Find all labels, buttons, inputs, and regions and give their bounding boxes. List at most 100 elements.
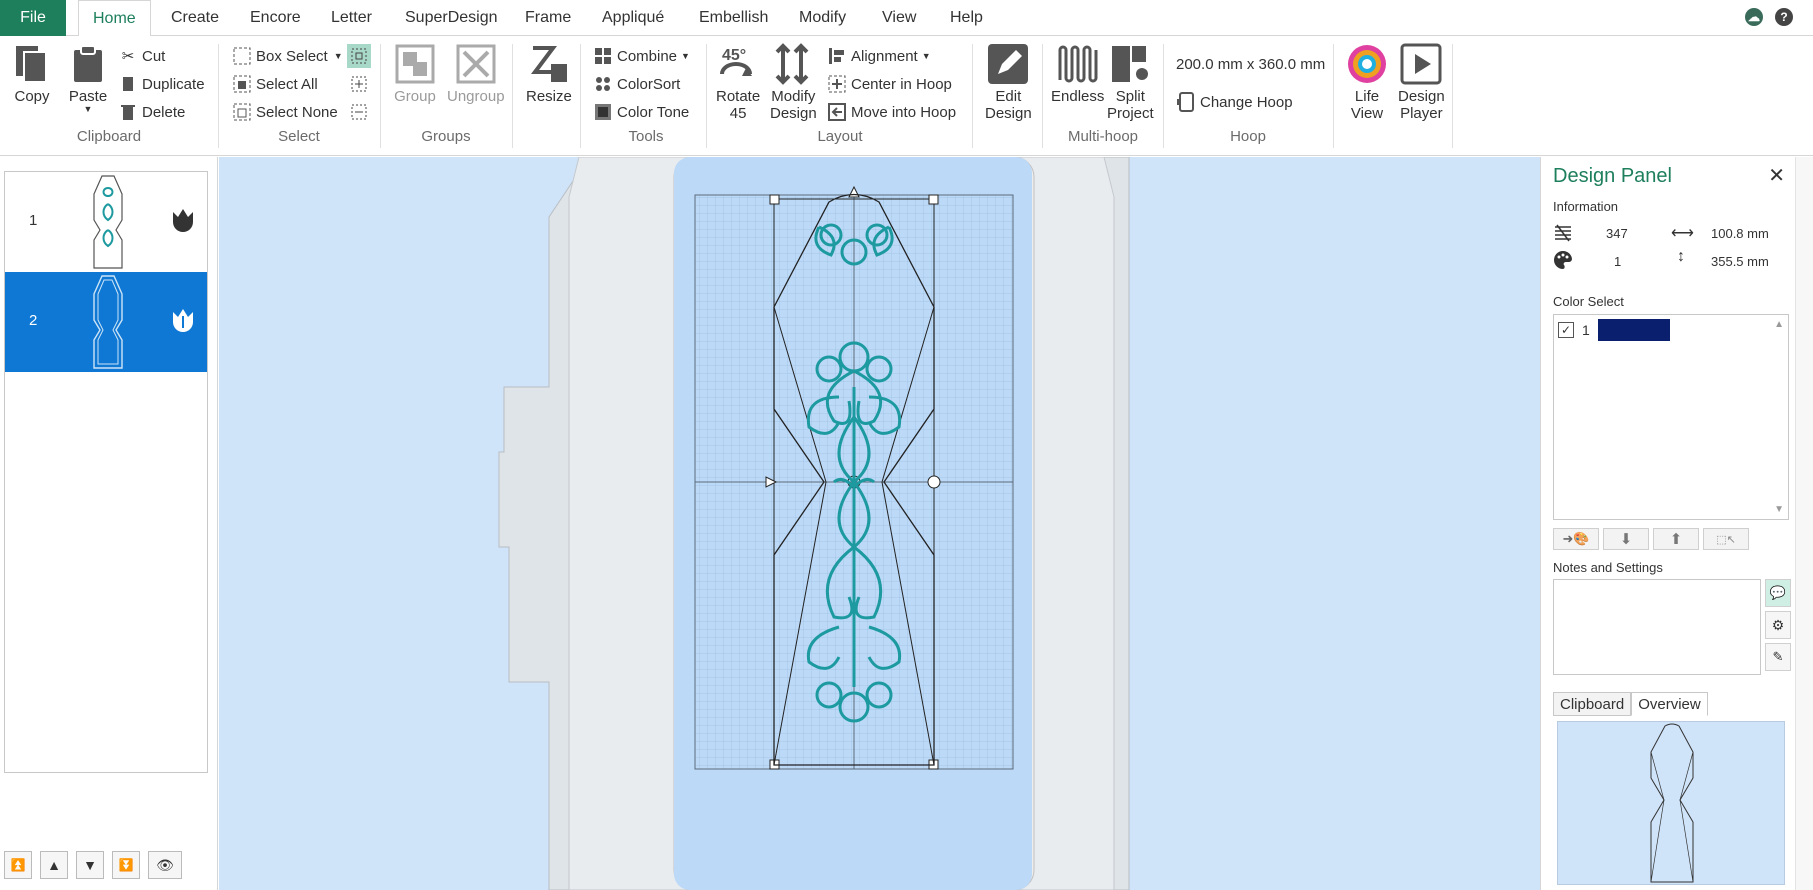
rotate-45-button[interactable]: 45° Rotate 45: [716, 42, 760, 122]
tab-home[interactable]: Home: [78, 0, 151, 37]
move-into-hoop-label: Move into Hoop: [851, 103, 957, 121]
rotate-label-1: Rotate: [716, 88, 761, 105]
select-none-icon: [232, 102, 252, 122]
paste-button[interactable]: Paste ▼: [66, 42, 110, 114]
modify-design-button[interactable]: Modify Design: [770, 42, 817, 122]
tab-applique[interactable]: Appliqué: [602, 0, 664, 36]
tab-help[interactable]: Help: [950, 0, 983, 36]
eye-icon: 👁: [156, 856, 174, 873]
resize-button[interactable]: Resize: [526, 42, 572, 105]
move-down-button[interactable]: ▼: [76, 851, 104, 879]
move-up-button[interactable]: ▲: [40, 851, 68, 879]
endless-icon: [1056, 42, 1100, 86]
hoop-workspace[interactable]: [219, 157, 1540, 890]
scissors-icon: ✂: [121, 48, 135, 65]
move-color-up-button[interactable]: ⬆: [1653, 528, 1699, 550]
design-row-1[interactable]: 1: [5, 172, 207, 272]
move-to-bottom-button[interactable]: ⏬: [112, 851, 140, 879]
tab-create[interactable]: Create: [171, 0, 219, 36]
life-view-button[interactable]: Life View: [1345, 42, 1389, 122]
scroll-down-icon[interactable]: ▼: [1774, 504, 1784, 515]
change-hoop-button[interactable]: Change Hoop: [1176, 90, 1293, 114]
design-player-label-1: Design: [1398, 88, 1445, 105]
merge-colors-button[interactable]: ⬚↖: [1703, 528, 1749, 550]
combine-dropdown-icon[interactable]: ▼: [681, 51, 690, 61]
box-select-button[interactable]: Box Select ▼: [232, 44, 343, 68]
combine-button[interactable]: Combine ▼: [593, 44, 690, 68]
cloud-sync-icon[interactable]: ☁: [1745, 8, 1763, 26]
notes-field[interactable]: [1553, 579, 1761, 675]
colorsort-button[interactable]: ColorSort: [593, 72, 680, 96]
resize-handle[interactable]: [928, 194, 939, 205]
overview-design: [1650, 723, 1694, 883]
pencil-icon: ✎: [1772, 649, 1784, 664]
stitch-count: 347: [1606, 226, 1628, 241]
design-player-button[interactable]: Design Player: [1398, 42, 1445, 122]
delete-button[interactable]: Delete: [118, 100, 185, 124]
color-swatch: [1597, 319, 1670, 341]
settings-button[interactable]: ⚙: [1765, 611, 1791, 639]
add-to-selection-button[interactable]: [347, 72, 371, 96]
scroll-up-icon[interactable]: ▲: [1774, 319, 1784, 330]
box-select-dropdown-icon[interactable]: ▼: [334, 51, 343, 61]
group-icon: [393, 42, 437, 86]
color-tone-button[interactable]: Color Tone: [593, 100, 689, 124]
ribbon: Copy Paste ▼ ✂ Cut Duplicate Delete Clip…: [0, 36, 1813, 156]
up-arrow-icon: ⬆: [1669, 531, 1683, 548]
tab-embellish[interactable]: Embellish: [699, 0, 768, 36]
tab-file[interactable]: File: [0, 0, 66, 36]
information-label: Information: [1553, 199, 1619, 214]
rotate-handle[interactable]: [927, 475, 941, 489]
split-project-button[interactable]: Split Project: [1107, 42, 1154, 122]
ungroup-button[interactable]: Ungroup: [447, 42, 505, 105]
design-order-toolbar: ⏫ ▲ ▼ ⏬ 👁: [4, 851, 182, 879]
tab-view[interactable]: View: [882, 0, 916, 36]
paste-icon: [66, 42, 110, 86]
design-height: 355.5 mm: [1711, 254, 1769, 269]
modify-design-label-2: Design: [770, 105, 817, 122]
remove-from-selection-button[interactable]: [347, 100, 371, 124]
design-player-label-2: Player: [1400, 105, 1443, 122]
tab-letter[interactable]: Letter: [331, 0, 372, 36]
duplicate-button[interactable]: Duplicate: [118, 72, 205, 96]
help-icon[interactable]: ?: [1775, 8, 1793, 26]
cut-button[interactable]: ✂ Cut: [118, 44, 166, 68]
tab-clipboard[interactable]: Clipboard: [1553, 692, 1632, 716]
apply-color-button[interactable]: ➜🎨: [1553, 528, 1599, 550]
design-canvas[interactable]: [219, 157, 1540, 890]
resize-handle[interactable]: [769, 194, 780, 205]
move-to-top-button[interactable]: ⏫: [4, 851, 32, 879]
stitch-count-icon: [1555, 224, 1571, 242]
colorsort-label: ColorSort: [617, 75, 681, 93]
center-in-hoop-button[interactable]: Center in Hoop: [827, 72, 952, 96]
move-color-down-button[interactable]: ⬇: [1603, 528, 1649, 550]
multihoop-group-label: Multi-hoop: [1067, 128, 1139, 145]
tab-modify[interactable]: Modify: [799, 0, 846, 36]
copy-button[interactable]: Copy: [10, 42, 54, 105]
select-mode-toggle[interactable]: [347, 44, 371, 68]
ungroup-label: Ungroup: [447, 88, 505, 105]
alignment-dropdown-icon[interactable]: ▼: [922, 51, 931, 61]
tab-encore[interactable]: Encore: [250, 0, 301, 36]
close-icon[interactable]: ✕: [1768, 163, 1785, 188]
design-width: 100.8 mm: [1711, 226, 1769, 241]
alignment-button[interactable]: Alignment ▼: [827, 44, 931, 68]
select-all-button[interactable]: Select All: [232, 72, 318, 96]
visibility-button[interactable]: 👁: [148, 851, 182, 879]
edit-notes-button[interactable]: ✎: [1765, 643, 1791, 671]
design-row-2[interactable]: 2: [5, 272, 207, 372]
move-bottom-icon: ⏬: [118, 858, 134, 872]
color-checkbox[interactable]: ✓: [1558, 322, 1574, 338]
endless-button[interactable]: Endless: [1051, 42, 1104, 105]
move-into-hoop-button[interactable]: Move into Hoop: [827, 100, 956, 124]
select-none-button[interactable]: Select None: [232, 100, 338, 124]
paste-dropdown-icon[interactable]: ▼: [84, 105, 93, 114]
notes-button[interactable]: 💬: [1765, 579, 1791, 607]
tab-frame[interactable]: Frame: [525, 0, 571, 36]
color-item[interactable]: ✓ 1: [1558, 319, 1670, 341]
tab-superdesign[interactable]: SuperDesign: [405, 0, 498, 36]
tab-overview[interactable]: Overview: [1631, 692, 1708, 716]
edit-design-button[interactable]: Edit Design: [985, 42, 1032, 122]
overview-preview[interactable]: [1557, 721, 1785, 885]
group-button[interactable]: Group: [393, 42, 437, 105]
